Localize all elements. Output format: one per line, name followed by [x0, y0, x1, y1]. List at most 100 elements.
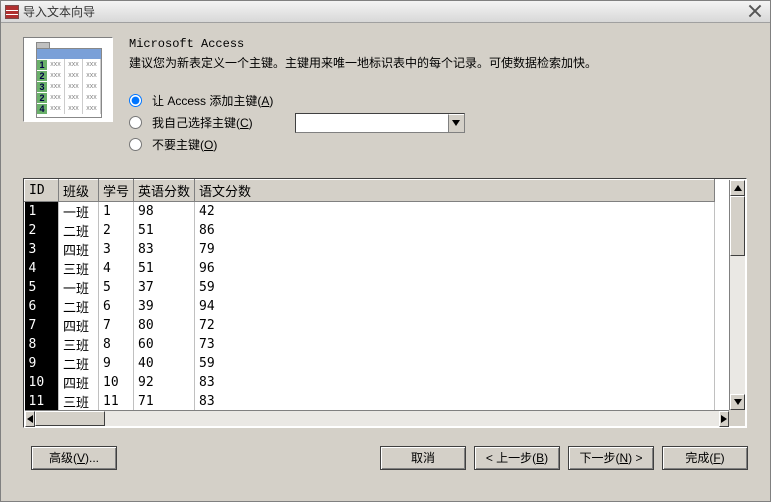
description-text: 建议您为新表定义一个主键。主键用来唯一地标识表中的每个记录。可使数据检索加快。	[129, 55, 748, 72]
advanced-button[interactable]: 高级(V)...	[31, 446, 117, 470]
radio-choose-key-label[interactable]: 我自己选择主键(C)	[152, 114, 253, 131]
table-row: 6二班63994	[25, 297, 715, 316]
close-button[interactable]	[748, 4, 766, 20]
scroll-down-button[interactable]	[730, 394, 745, 410]
data-cell: 二班	[59, 221, 99, 240]
data-cell: 11	[99, 392, 134, 411]
data-cell: 40	[134, 354, 195, 373]
combo-dropdown-icon[interactable]	[448, 114, 464, 132]
back-button[interactable]: < 上一步(B)	[474, 446, 560, 470]
table-row: 1一班19842	[25, 201, 715, 221]
id-cell: 10	[25, 373, 59, 392]
column-header[interactable]: 学号	[99, 179, 134, 201]
data-cell: 5	[99, 278, 134, 297]
column-header[interactable]: 语文分数	[195, 179, 715, 201]
primary-key-options: 让 Access 添加主键(A) 我自己选择主键(C)	[129, 90, 748, 156]
radio-no-key-label[interactable]: 不要主键(O)	[152, 136, 217, 153]
data-cell: 51	[134, 259, 195, 278]
data-cell: 96	[195, 259, 715, 278]
data-cell: 一班	[59, 201, 99, 221]
column-header[interactable]: ID	[25, 179, 59, 201]
button-bar: 高级(V)... 取消 < 上一步(B) 下一步(N) > 完成(F)	[23, 446, 748, 470]
wizard-illustration: 1xxxxxxxxx2xxxxxxxxx3xxxxxxxxx2xxxxxxxxx…	[23, 37, 113, 122]
data-cell: 59	[195, 278, 715, 297]
finish-button[interactable]: 完成(F)	[662, 446, 748, 470]
radio-choose-key[interactable]	[129, 116, 142, 129]
data-cell: 39	[134, 297, 195, 316]
table-row: 5一班53759	[25, 278, 715, 297]
radio-no-key[interactable]	[129, 138, 142, 151]
data-cell: 51	[134, 221, 195, 240]
data-cell: 59	[195, 354, 715, 373]
data-cell: 86	[195, 221, 715, 240]
app-icon	[5, 5, 19, 19]
id-cell: 3	[25, 240, 59, 259]
data-cell: 79	[195, 240, 715, 259]
id-cell: 1	[25, 201, 59, 221]
scroll-thumb-vertical[interactable]	[730, 196, 745, 256]
data-cell: 73	[195, 335, 715, 354]
scrollbar-corner	[729, 410, 745, 426]
data-cell: 四班	[59, 373, 99, 392]
wizard-window: 导入文本向导 1xxxxxxxxx2xxxxxxxxx3xxxxxxxxx2xx…	[0, 0, 771, 502]
data-cell: 42	[195, 201, 715, 221]
scroll-thumb-horizontal[interactable]	[35, 411, 105, 426]
window-title: 导入文本向导	[23, 3, 748, 20]
data-cell: 四班	[59, 316, 99, 335]
data-cell: 1	[99, 201, 134, 221]
column-header[interactable]: 英语分数	[134, 179, 195, 201]
table-row: 9二班94059	[25, 354, 715, 373]
table-row: 7四班78072	[25, 316, 715, 335]
table-row: 2二班25186	[25, 221, 715, 240]
radio-auto-key[interactable]	[129, 94, 142, 107]
table-row: 4三班45196	[25, 259, 715, 278]
data-cell: 94	[195, 297, 715, 316]
data-cell: 3	[99, 240, 134, 259]
product-label: Microsoft Access	[129, 37, 748, 51]
data-preview-grid: ID班级学号英语分数语文分数1一班198422二班251863四班383794三…	[23, 178, 747, 428]
data-cell: 4	[99, 259, 134, 278]
data-cell: 一班	[59, 278, 99, 297]
content-area: 1xxxxxxxxx2xxxxxxxxx3xxxxxxxxx2xxxxxxxxx…	[1, 23, 770, 478]
table-row: 10四班109283	[25, 373, 715, 392]
id-cell: 6	[25, 297, 59, 316]
data-cell: 7	[99, 316, 134, 335]
data-cell: 二班	[59, 354, 99, 373]
data-cell: 四班	[59, 240, 99, 259]
data-cell: 80	[134, 316, 195, 335]
scroll-right-button[interactable]	[719, 411, 729, 427]
table-row: 8三班86073	[25, 335, 715, 354]
header-text: Microsoft Access 建议您为新表定义一个主键。主键用来唯一地标识表…	[129, 37, 748, 156]
data-cell: 8	[99, 335, 134, 354]
vertical-scrollbar[interactable]	[729, 180, 745, 410]
cancel-button[interactable]: 取消	[380, 446, 466, 470]
table-row: 3四班38379	[25, 240, 715, 259]
data-cell: 二班	[59, 297, 99, 316]
data-cell: 三班	[59, 392, 99, 411]
data-cell: 83	[195, 373, 715, 392]
data-cell: 92	[134, 373, 195, 392]
data-cell: 9	[99, 354, 134, 373]
data-cell: 2	[99, 221, 134, 240]
scroll-left-button[interactable]	[25, 411, 35, 427]
data-cell: 83	[195, 392, 715, 411]
data-cell: 37	[134, 278, 195, 297]
id-cell: 9	[25, 354, 59, 373]
table-row: 11三班117183	[25, 392, 715, 411]
data-cell: 71	[134, 392, 195, 411]
key-field-combo[interactable]	[295, 113, 465, 133]
id-cell: 11	[25, 392, 59, 411]
data-cell: 72	[195, 316, 715, 335]
column-header[interactable]: 班级	[59, 179, 99, 201]
id-cell: 7	[25, 316, 59, 335]
id-cell: 2	[25, 221, 59, 240]
id-cell: 5	[25, 278, 59, 297]
title-bar: 导入文本向导	[1, 1, 770, 23]
data-cell: 10	[99, 373, 134, 392]
radio-auto-key-label[interactable]: 让 Access 添加主键(A)	[152, 92, 273, 109]
next-button[interactable]: 下一步(N) >	[568, 446, 654, 470]
data-cell: 6	[99, 297, 134, 316]
horizontal-scrollbar[interactable]	[25, 410, 729, 426]
scroll-up-button[interactable]	[730, 180, 745, 196]
id-cell: 8	[25, 335, 59, 354]
